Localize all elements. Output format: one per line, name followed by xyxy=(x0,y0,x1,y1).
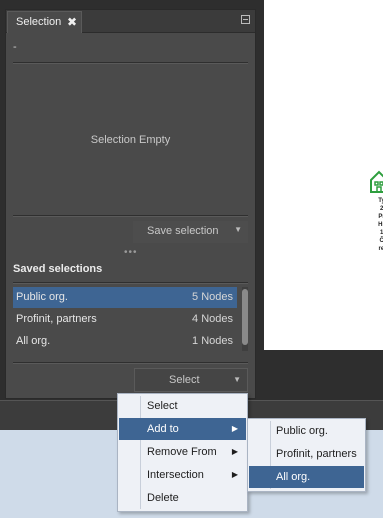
divider xyxy=(13,62,248,64)
panel-tabbar: Selection ✖ xyxy=(6,10,255,33)
menu-item-label: Intersection xyxy=(147,469,204,481)
list-item[interactable]: Public org. 5 Nodes xyxy=(13,287,237,308)
graph-canvas[interactable]: Tych 270 Prah Hrad 160 Čes repu xyxy=(264,0,383,350)
submenu-item-profinit-partners[interactable]: Profinit, partners xyxy=(249,443,364,465)
tab-selection[interactable]: Selection ✖ xyxy=(7,11,82,33)
select-button[interactable]: Select ▼ xyxy=(134,368,248,392)
save-selection-button[interactable]: Save selection ▼ xyxy=(133,221,248,243)
selection-panel: Selection ✖ - Selection Empty Save selec… xyxy=(5,9,256,399)
select-button-label: Select xyxy=(169,374,200,386)
selection-empty-text: Selection Empty xyxy=(90,134,171,146)
list-item-name: All org. xyxy=(16,335,51,347)
node-label-line: repu xyxy=(378,246,383,252)
list-item[interactable]: Profinit, partners 4 Nodes xyxy=(13,309,237,330)
scrollbar-thumb[interactable] xyxy=(242,289,248,345)
saved-selections-title: Saved selections xyxy=(13,263,103,275)
menu-item-remove-from[interactable]: Remove From ▶ xyxy=(119,441,246,463)
selection-placeholder-dash: - xyxy=(13,41,17,53)
divider xyxy=(13,282,248,284)
close-icon[interactable]: ✖ xyxy=(67,15,77,29)
menu-item-select[interactable]: Select xyxy=(119,395,246,417)
chevron-down-icon[interactable]: ▼ xyxy=(234,225,242,234)
node-label-line: Tych xyxy=(378,198,383,204)
menu-item-label: Add to xyxy=(147,423,179,435)
context-menu: Select Add to ▶ Remove From ▶ Intersecti… xyxy=(117,393,248,512)
menu-item-label: Remove From xyxy=(147,446,217,458)
minimize-icon[interactable] xyxy=(241,15,250,24)
list-item-count: 1 Nodes xyxy=(192,335,233,347)
menu-item-label: Profinit, partners xyxy=(276,448,357,460)
chevron-right-icon: ▶ xyxy=(231,424,238,433)
building-icon[interactable] xyxy=(369,170,383,197)
scrollbar[interactable] xyxy=(242,287,248,351)
menu-item-label: Public org. xyxy=(276,425,328,437)
menu-item-add-to[interactable]: Add to ▶ xyxy=(119,418,246,440)
tab-label: Selection xyxy=(16,16,62,28)
submenu-item-public-org[interactable]: Public org. xyxy=(249,420,364,442)
node-label-line: Čes xyxy=(379,238,383,244)
menu-item-label: Delete xyxy=(147,492,179,504)
menu-item-label: All org. xyxy=(276,471,311,483)
add-to-submenu: Public org. Profinit, partners All org. xyxy=(247,418,366,492)
chevron-right-icon: ▶ xyxy=(231,447,238,456)
list-item[interactable]: All org. 1 Nodes xyxy=(13,331,237,352)
save-selection-label: Save selection xyxy=(147,225,219,237)
list-item-name: Profinit, partners xyxy=(16,313,97,325)
node-label-line: Hrad xyxy=(378,222,383,228)
saved-selections-list: Public org. 5 Nodes Profinit, partners 4… xyxy=(13,287,248,355)
menu-item-intersection[interactable]: Intersection ▶ xyxy=(119,464,246,486)
list-item-count: 5 Nodes xyxy=(192,291,233,303)
divider xyxy=(13,362,248,364)
list-item-name: Public org. xyxy=(16,291,68,303)
chevron-right-icon: ▶ xyxy=(231,470,238,479)
divider xyxy=(13,215,248,217)
chevron-down-icon[interactable]: ▼ xyxy=(233,375,241,384)
node-label-line: Prah xyxy=(378,214,383,220)
submenu-item-all-org[interactable]: All org. xyxy=(249,466,364,488)
node-label-line: 160 xyxy=(379,230,383,236)
list-item-count: 4 Nodes xyxy=(192,313,233,325)
menu-item-label: Select xyxy=(147,400,178,412)
node-label-line: 270 xyxy=(379,206,383,212)
menu-item-delete[interactable]: Delete xyxy=(119,487,246,509)
splitter-handle[interactable]: ••• xyxy=(124,247,138,258)
node-label: Tych 270 Prah Hrad 160 Čes repu xyxy=(365,197,383,253)
